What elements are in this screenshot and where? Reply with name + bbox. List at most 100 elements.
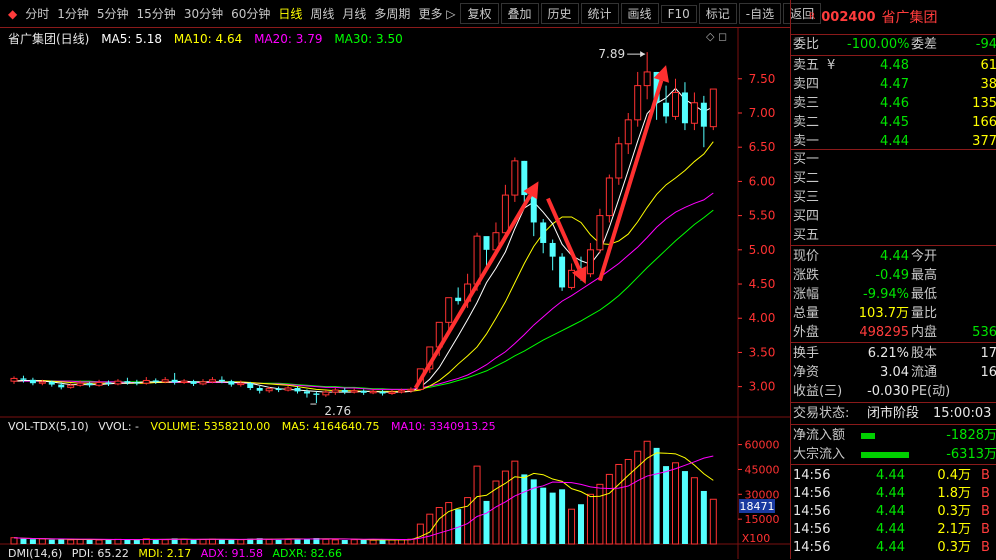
toolbar-item[interactable]: 30分钟 bbox=[180, 5, 227, 22]
volume-bar bbox=[559, 489, 566, 544]
candle-body bbox=[634, 85, 642, 121]
tick-volume: 0.3万 bbox=[937, 540, 971, 555]
volume-bar bbox=[445, 502, 453, 545]
price-tick-label: 5.50 bbox=[749, 209, 776, 223]
toolbar-item[interactable]: 标记 bbox=[698, 3, 737, 24]
buy-label: 买四 bbox=[793, 209, 820, 224]
sell-row: 卖四 4.47 38 bbox=[793, 75, 996, 94]
price-tick-label: 3.00 bbox=[749, 380, 776, 394]
stat-value: -9.94% bbox=[863, 287, 909, 302]
volume-bar bbox=[388, 539, 396, 545]
price-tick-label: 3.50 bbox=[749, 345, 776, 359]
weicha-value: -94 bbox=[975, 37, 996, 52]
dmi-info: DMI(14,6) PDI: 65.22 MDI: 2.17 ADX: 91.5… bbox=[8, 547, 342, 560]
stock-code: 002400 bbox=[821, 9, 876, 25]
volume-bar bbox=[483, 500, 490, 544]
vol-title: VOL-TDX(5,10) bbox=[8, 420, 89, 433]
volume-bar bbox=[416, 523, 424, 545]
stat-value: 16 bbox=[980, 365, 996, 380]
stat-label: 今开 bbox=[911, 249, 938, 264]
ma20-line bbox=[14, 192, 714, 390]
toolbar-item[interactable]: -自选 bbox=[738, 3, 782, 24]
sell-price: 4.48 bbox=[880, 58, 909, 73]
toolbar-item[interactable]: 月线 bbox=[338, 5, 370, 22]
candle-body bbox=[341, 390, 348, 393]
volume-bar bbox=[161, 539, 169, 545]
candle-body bbox=[247, 383, 254, 389]
volume-bar bbox=[265, 538, 273, 545]
volume-bar bbox=[521, 474, 528, 544]
stat-row: 收益(三) -0.030 PE(动) bbox=[793, 382, 996, 401]
vol-ma10-label: MA10: 3340913.25 bbox=[390, 420, 496, 433]
toolbar-item[interactable]: 60分钟 bbox=[227, 5, 274, 22]
candle-body bbox=[473, 235, 481, 285]
toolbar-item[interactable]: F10 bbox=[660, 4, 697, 23]
toolbar-item[interactable]: 统计 bbox=[580, 3, 619, 24]
sell-row: 卖五 ¥4.48 61 bbox=[793, 56, 996, 75]
toolbar-item[interactable]: 历史 bbox=[540, 3, 579, 24]
candle-body bbox=[265, 388, 273, 392]
tick-row: 14:56 4.44 0.4万 B bbox=[793, 466, 996, 485]
stat-value: 3.04 bbox=[880, 365, 909, 380]
candle-body bbox=[199, 381, 207, 385]
candle-body bbox=[67, 384, 75, 388]
volume-bar bbox=[586, 493, 594, 545]
stat-row: 净资 3.04 流通 16 bbox=[793, 363, 996, 382]
stat-row: 涨幅 -9.94% 最低 bbox=[793, 285, 996, 304]
candle-body bbox=[709, 88, 717, 128]
stat-label: 总量 bbox=[793, 306, 820, 321]
candle-body bbox=[218, 379, 225, 382]
stat-label: 涨跌 bbox=[793, 268, 820, 283]
sell-qty: 38 bbox=[980, 77, 996, 92]
stat-row: 现价 4.44 今开 bbox=[793, 247, 996, 266]
flow-label: 净流入额 bbox=[793, 428, 846, 443]
toolbar-item[interactable]: 叠加 bbox=[500, 3, 539, 24]
pdi-label: PDI: 65.22 bbox=[71, 547, 129, 560]
candle-body bbox=[559, 256, 566, 288]
toolbar-item[interactable]: 画线 bbox=[620, 3, 659, 24]
stat-value: 17 bbox=[980, 346, 996, 361]
toolbar-item[interactable]: 复权 bbox=[460, 3, 499, 24]
volume-bar bbox=[568, 508, 576, 545]
toolbar-marker-icon: ◆ bbox=[8, 6, 18, 21]
volume-bar bbox=[549, 492, 556, 544]
candle-body bbox=[171, 379, 178, 383]
buy-row: 买一 bbox=[793, 150, 996, 169]
candle-body bbox=[379, 391, 386, 394]
volume-bar bbox=[190, 539, 197, 544]
volume-bar bbox=[709, 498, 717, 545]
toolbar-item[interactable]: 周线 bbox=[306, 5, 338, 22]
stat-row: 总量 103.7万 量比 bbox=[793, 304, 996, 323]
tick-price: 4.44 bbox=[876, 468, 905, 483]
toolbar-item[interactable]: 更多 ▷ bbox=[414, 5, 459, 22]
tick-side: B bbox=[981, 522, 990, 537]
tick-time: 14:56 bbox=[793, 468, 831, 483]
sell-label: 卖二 bbox=[793, 115, 820, 130]
volume-bar bbox=[596, 483, 604, 545]
tick-volume: 0.4万 bbox=[937, 468, 971, 483]
toolbar-item[interactable]: 1分钟 bbox=[53, 5, 93, 22]
volume-bar bbox=[615, 463, 623, 545]
high-label: 7.89 bbox=[598, 47, 625, 61]
tick-price: 4.44 bbox=[876, 522, 905, 537]
stat-row: 外盘 498295 内盘 536 bbox=[793, 323, 996, 342]
volume-bar bbox=[624, 458, 632, 545]
adxr-label: ADXR: 82.66 bbox=[272, 547, 342, 560]
toolbar-item[interactable]: 多周期 bbox=[370, 5, 414, 22]
divider bbox=[791, 424, 996, 425]
volume-bar bbox=[48, 539, 55, 544]
sell-mark: ¥ bbox=[827, 58, 836, 73]
stat-value: 103.7万 bbox=[858, 306, 909, 321]
stat-value: 4.44 bbox=[880, 249, 909, 264]
tick-price: 4.44 bbox=[876, 504, 905, 519]
toolbar-item[interactable]: 5分钟 bbox=[93, 5, 133, 22]
toolbar-item[interactable]: 分时 bbox=[21, 5, 53, 22]
candle-body bbox=[483, 236, 490, 250]
trade-time: 15:00:03 bbox=[933, 406, 992, 421]
toolbar-item[interactable]: 日线 bbox=[274, 5, 306, 22]
volume-bar bbox=[38, 538, 46, 545]
candle-body bbox=[124, 381, 131, 383]
candle-body bbox=[38, 381, 46, 384]
toolbar-item[interactable]: 15分钟 bbox=[133, 5, 180, 22]
candle-body bbox=[275, 388, 282, 391]
